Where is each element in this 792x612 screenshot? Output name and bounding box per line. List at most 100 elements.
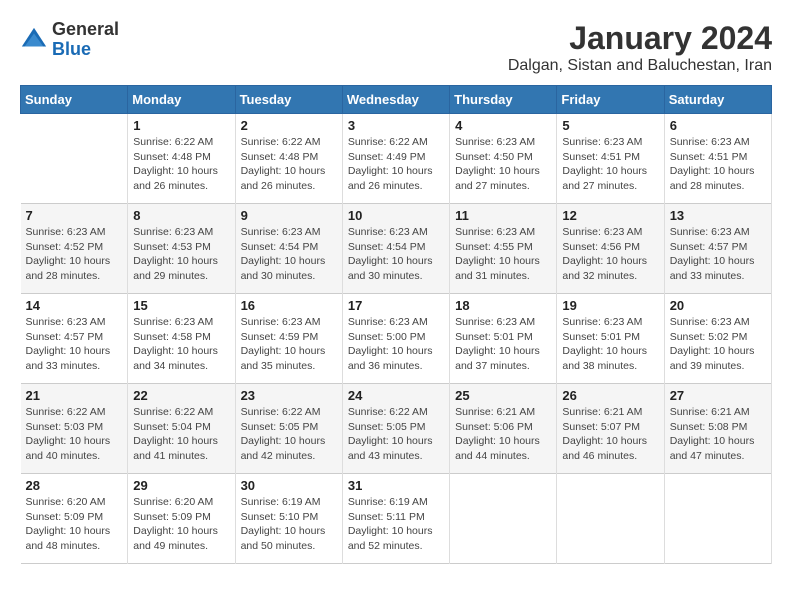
day-detail: Sunrise: 6:22 AMSunset: 5:04 PMDaylight:… [133,405,229,464]
logo-icon [20,26,48,54]
calendar-cell [450,474,557,564]
header-sunday: Sunday [21,86,128,114]
day-number: 2 [241,118,337,133]
day-number: 13 [670,208,766,223]
calendar-header-row: SundayMondayTuesdayWednesdayThursdayFrid… [21,86,772,114]
logo-text: General Blue [52,20,119,60]
calendar-cell: 23Sunrise: 6:22 AMSunset: 5:05 PMDayligh… [235,384,342,474]
day-detail: Sunrise: 6:20 AMSunset: 5:09 PMDaylight:… [133,495,229,554]
calendar-cell: 10Sunrise: 6:23 AMSunset: 4:54 PMDayligh… [342,204,449,294]
calendar-cell: 2 Sunrise: 6:22 AMSunset: 4:48 PMDaylight… [235,114,342,204]
day-detail: Sunrise: 6:23 AMSunset: 5:00 PMDaylight:… [348,315,444,374]
calendar-cell: 31 Sunrise: 6:19 AMSunset: 5:11 PMDayligh… [342,474,449,564]
day-number: 14 [26,298,123,313]
calendar-cell [21,114,128,204]
day-number: 26 [562,388,658,403]
calendar-week-row: 7 Sunrise: 6:23 AMSunset: 4:52 PMDaylight… [21,204,772,294]
day-detail: Sunrise: 6:23 AMSunset: 5:01 PMDaylight:… [562,315,658,374]
day-number: 25 [455,388,551,403]
calendar-cell: 11 Sunrise: 6:23 AMSunset: 4:55 PMDayligh… [450,204,557,294]
calendar-cell: 21Sunrise: 6:22 AMSunset: 5:03 PMDayligh… [21,384,128,474]
day-number: 30 [241,478,337,493]
calendar-cell: 8Sunrise: 6:23 AMSunset: 4:53 PMDaylight… [128,204,235,294]
header-friday: Friday [557,86,664,114]
page-header: General Blue January 2024 Dalgan, Sistan… [20,20,772,75]
day-number: 7 [26,208,123,223]
day-detail: Sunrise: 6:23 AMSunset: 4:59 PMDaylight:… [241,315,337,374]
header-wednesday: Wednesday [342,86,449,114]
calendar-cell: 12 Sunrise: 6:23 AMSunset: 4:56 PMDayligh… [557,204,664,294]
calendar-cell: 13 Sunrise: 6:23 AMSunset: 4:57 PMDayligh… [664,204,771,294]
calendar-cell: 22 Sunrise: 6:22 AMSunset: 5:04 PMDayligh… [128,384,235,474]
calendar-cell: 30Sunrise: 6:19 AMSunset: 5:10 PMDayligh… [235,474,342,564]
calendar-cell: 17Sunrise: 6:23 AMSunset: 5:00 PMDayligh… [342,294,449,384]
day-detail: Sunrise: 6:19 AMSunset: 5:11 PMDaylight:… [348,495,444,554]
day-number: 1 [133,118,229,133]
day-number: 24 [348,388,444,403]
calendar-cell: 14 Sunrise: 6:23 AMSunset: 4:57 PMDayligh… [21,294,128,384]
calendar-cell: 25Sunrise: 6:21 AMSunset: 5:06 PMDayligh… [450,384,557,474]
calendar-week-row: 28Sunrise: 6:20 AMSunset: 5:09 PMDayligh… [21,474,772,564]
calendar-cell: 28Sunrise: 6:20 AMSunset: 5:09 PMDayligh… [21,474,128,564]
day-detail: Sunrise: 6:22 AMSunset: 5:05 PMDaylight:… [348,405,444,464]
day-detail: Sunrise: 6:22 AMSunset: 4:48 PMDaylight:… [241,135,337,194]
header-monday: Monday [128,86,235,114]
day-detail: Sunrise: 6:23 AMSunset: 4:58 PMDaylight:… [133,315,229,374]
calendar-cell [664,474,771,564]
day-number: 9 [241,208,337,223]
calendar-cell: 16 Sunrise: 6:23 AMSunset: 4:59 PMDayligh… [235,294,342,384]
day-detail: Sunrise: 6:23 AMSunset: 4:56 PMDaylight:… [562,225,658,284]
logo: General Blue [20,20,119,60]
day-number: 12 [562,208,658,223]
calendar-cell: 6 Sunrise: 6:23 AMSunset: 4:51 PMDaylight… [664,114,771,204]
day-number: 3 [348,118,444,133]
calendar-cell: 26Sunrise: 6:21 AMSunset: 5:07 PMDayligh… [557,384,664,474]
day-number: 22 [133,388,229,403]
calendar-cell: 29Sunrise: 6:20 AMSunset: 5:09 PMDayligh… [128,474,235,564]
logo-blue-text: Blue [52,40,119,60]
calendar-cell: 15 Sunrise: 6:23 AMSunset: 4:58 PMDayligh… [128,294,235,384]
day-detail: Sunrise: 6:23 AMSunset: 5:02 PMDaylight:… [670,315,766,374]
logo-general-text: General [52,20,119,40]
day-number: 23 [241,388,337,403]
calendar-cell: 20Sunrise: 6:23 AMSunset: 5:02 PMDayligh… [664,294,771,384]
calendar-cell: 4Sunrise: 6:23 AMSunset: 4:50 PMDaylight… [450,114,557,204]
day-detail: Sunrise: 6:23 AMSunset: 5:01 PMDaylight:… [455,315,551,374]
day-number: 18 [455,298,551,313]
calendar-cell [557,474,664,564]
day-detail: Sunrise: 6:23 AMSunset: 4:51 PMDaylight:… [670,135,766,194]
day-number: 16 [241,298,337,313]
calendar-week-row: 21Sunrise: 6:22 AMSunset: 5:03 PMDayligh… [21,384,772,474]
day-detail: Sunrise: 6:21 AMSunset: 5:08 PMDaylight:… [670,405,766,464]
calendar-cell: 18 Sunrise: 6:23 AMSunset: 5:01 PMDayligh… [450,294,557,384]
day-detail: Sunrise: 6:23 AMSunset: 4:52 PMDaylight:… [26,225,123,284]
day-detail: Sunrise: 6:23 AMSunset: 4:50 PMDaylight:… [455,135,551,194]
location-subtitle: Dalgan, Sistan and Baluchestan, Iran [508,57,772,75]
calendar-week-row: 14 Sunrise: 6:23 AMSunset: 4:57 PMDayligh… [21,294,772,384]
calendar-cell: 5Sunrise: 6:23 AMSunset: 4:51 PMDaylight… [557,114,664,204]
calendar-cell: 3 Sunrise: 6:22 AMSunset: 4:49 PMDaylight… [342,114,449,204]
title-section: January 2024 Dalgan, Sistan and Baluches… [508,20,772,75]
day-number: 6 [670,118,766,133]
day-detail: Sunrise: 6:23 AMSunset: 4:57 PMDaylight:… [26,315,123,374]
calendar-week-row: 1 Sunrise: 6:22 AMSunset: 4:48 PMDaylight… [21,114,772,204]
calendar-cell: 1Sunrise: 6:22 AMSunset: 4:48 PMDaylight… [128,114,235,204]
header-tuesday: Tuesday [235,86,342,114]
day-detail: Sunrise: 6:23 AMSunset: 4:51 PMDaylight:… [562,135,658,194]
day-number: 15 [133,298,229,313]
calendar-cell: 9 Sunrise: 6:23 AMSunset: 4:54 PMDaylight… [235,204,342,294]
day-detail: Sunrise: 6:20 AMSunset: 5:09 PMDaylight:… [26,495,123,554]
month-year-title: January 2024 [508,20,772,57]
day-detail: Sunrise: 6:23 AMSunset: 4:55 PMDaylight:… [455,225,551,284]
day-detail: Sunrise: 6:22 AMSunset: 4:49 PMDaylight:… [348,135,444,194]
calendar-cell: 24 Sunrise: 6:22 AMSunset: 5:05 PMDayligh… [342,384,449,474]
calendar-cell: 27Sunrise: 6:21 AMSunset: 5:08 PMDayligh… [664,384,771,474]
header-thursday: Thursday [450,86,557,114]
day-number: 11 [455,208,551,223]
calendar-cell: 7 Sunrise: 6:23 AMSunset: 4:52 PMDaylight… [21,204,128,294]
day-detail: Sunrise: 6:23 AMSunset: 4:57 PMDaylight:… [670,225,766,284]
day-detail: Sunrise: 6:23 AMSunset: 4:54 PMDaylight:… [348,225,444,284]
day-number: 31 [348,478,444,493]
day-detail: Sunrise: 6:23 AMSunset: 4:54 PMDaylight:… [241,225,337,284]
header-saturday: Saturday [664,86,771,114]
